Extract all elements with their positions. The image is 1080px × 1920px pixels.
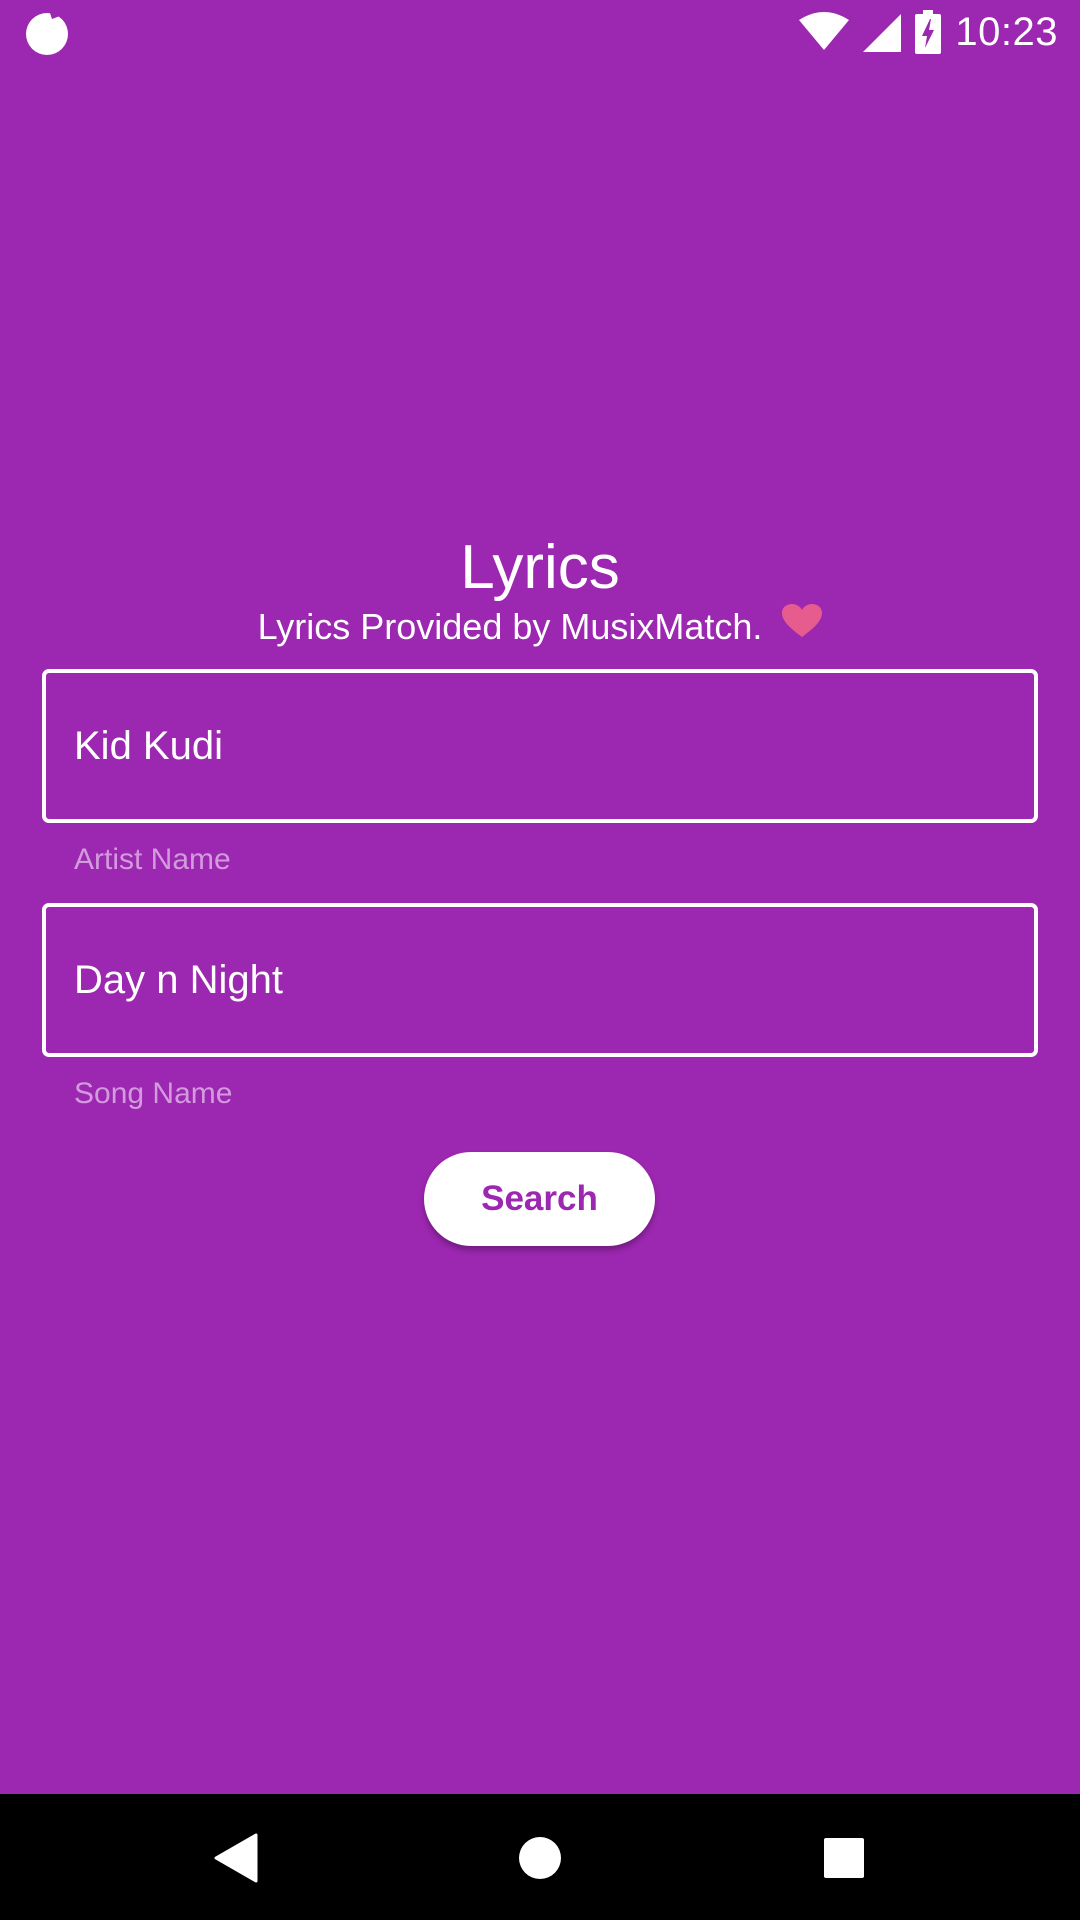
cell-signal-icon	[863, 12, 902, 52]
artist-helper-label: Artist Name	[74, 843, 231, 876]
navigation-bar	[0, 1794, 1080, 1920]
artist-input[interactable]	[74, 673, 994, 819]
song-input[interactable]	[74, 907, 994, 1053]
page-title: Lyrics	[460, 533, 620, 602]
artist-field[interactable]	[42, 669, 1038, 823]
status-bar: 10:23	[0, 0, 1080, 63]
subtitle-text: Lyrics Provided by MusixMatch.	[257, 606, 763, 647]
song-field[interactable]	[42, 903, 1038, 1057]
notification-circle-icon	[24, 10, 70, 56]
home-circle-icon[interactable]	[512, 1830, 568, 1886]
page-subtitle: Lyrics Provided by MusixMatch.	[0, 600, 1080, 654]
back-triangle-icon[interactable]	[208, 1830, 264, 1886]
status-time: 10:23	[955, 9, 1058, 54]
battery-charging-icon	[915, 10, 942, 54]
wifi-icon	[799, 12, 850, 52]
search-button[interactable]: Search	[424, 1152, 655, 1246]
heart-icon	[782, 599, 823, 653]
status-icons: 10:23	[799, 8, 1058, 56]
recents-square-icon[interactable]	[816, 1830, 872, 1886]
song-helper-label: Song Name	[74, 1077, 233, 1110]
